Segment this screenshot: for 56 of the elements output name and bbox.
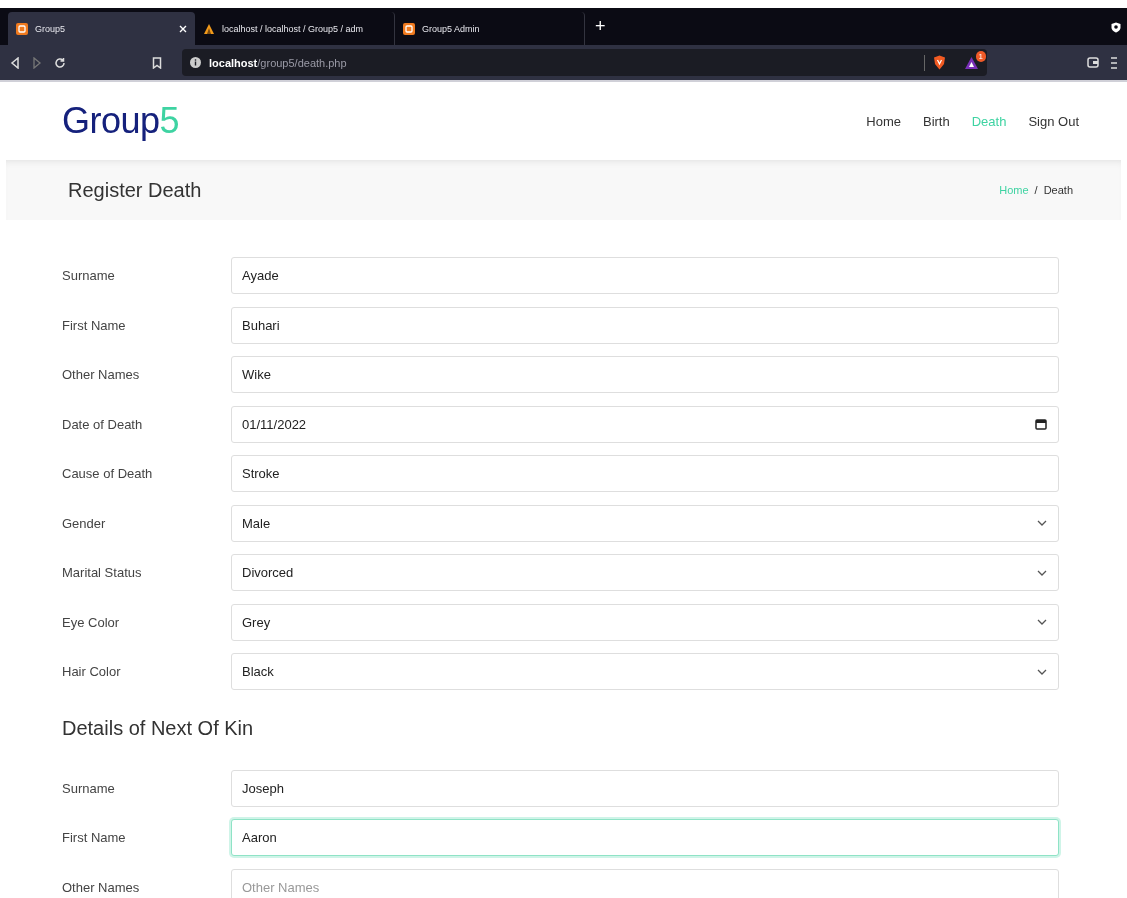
input-field[interactable]: Joseph <box>231 769 1059 807</box>
field-label: Other Names <box>62 879 141 895</box>
input-field[interactable]: Buhari <box>231 306 1059 344</box>
calendar-icon[interactable] <box>1035 418 1047 430</box>
app-icon <box>403 22 415 35</box>
select-field[interactable]: Black <box>231 653 1059 690</box>
input-field[interactable]: Wike <box>231 356 1059 393</box>
browser-tab[interactable]: Group5 <box>8 12 195 45</box>
nav-link[interactable]: Sign Out <box>1028 113 1079 129</box>
field-label: First Name <box>62 830 127 845</box>
sail-icon <box>203 22 215 35</box>
section-heading: Details of Next Of Kin <box>62 716 255 740</box>
chevron-down-icon[interactable] <box>1037 619 1047 625</box>
select-field[interactable]: Male <box>231 504 1059 542</box>
app-icon <box>16 22 28 35</box>
wallet-icon[interactable] <box>1087 57 1099 68</box>
date-field[interactable]: 01/11/2022 <box>231 405 1059 443</box>
bookmark-icon[interactable] <box>152 56 162 69</box>
chevron-down-icon[interactable] <box>1037 668 1047 675</box>
field-label: First Name <box>62 317 127 333</box>
reload-icon[interactable] <box>54 56 66 69</box>
field-label: Eye Color <box>62 614 121 630</box>
breadcrumb-current: Death <box>1043 184 1073 196</box>
chevron-down-icon[interactable] <box>1037 520 1047 526</box>
select-field[interactable]: Divorced <box>231 554 1059 591</box>
input-field[interactable]: Other Names <box>231 868 1059 898</box>
field-label: Marital Status <box>62 565 143 580</box>
address-bar[interactable]: localhost/group5/death.php 1 <box>182 49 987 76</box>
select-field[interactable]: Grey <box>231 603 1059 641</box>
url-text: localhost/group5/death.php <box>209 56 347 69</box>
field-label: Other Names <box>62 367 141 382</box>
field-label: Hair Color <box>62 664 122 679</box>
chevron-down-icon[interactable] <box>1037 569 1047 576</box>
field-label: Cause of Death <box>62 466 154 481</box>
triangle-icon[interactable] <box>964 55 979 70</box>
info-icon <box>190 57 201 68</box>
site-logo[interactable]: Group5 <box>62 100 180 142</box>
page-title: Register Death <box>68 178 202 202</box>
nav-link[interactable]: Birth <box>922 113 950 129</box>
field-label: Date of Death <box>62 416 144 432</box>
input-field[interactable]: Aaron <box>231 819 1059 856</box>
forward-icon[interactable] <box>32 56 42 69</box>
nav-link[interactable]: Home <box>866 113 901 129</box>
notification-badge: 1 <box>975 50 986 62</box>
lion-shield-icon[interactable] <box>933 55 946 70</box>
close-icon[interactable] <box>179 24 187 33</box>
breadcrumb-separator: / <box>1034 184 1038 196</box>
back-icon[interactable] <box>10 56 20 69</box>
menu-icon[interactable] <box>1111 56 1117 69</box>
input-field[interactable]: Ayade <box>231 257 1059 294</box>
field-label: Surname <box>62 780 116 796</box>
input-field[interactable]: Stroke <box>231 455 1059 492</box>
field-label: Gender <box>62 515 107 531</box>
shield-icon[interactable] <box>1111 22 1121 33</box>
new-tab-button[interactable]: + <box>595 16 606 37</box>
field-label: Surname <box>62 268 116 283</box>
